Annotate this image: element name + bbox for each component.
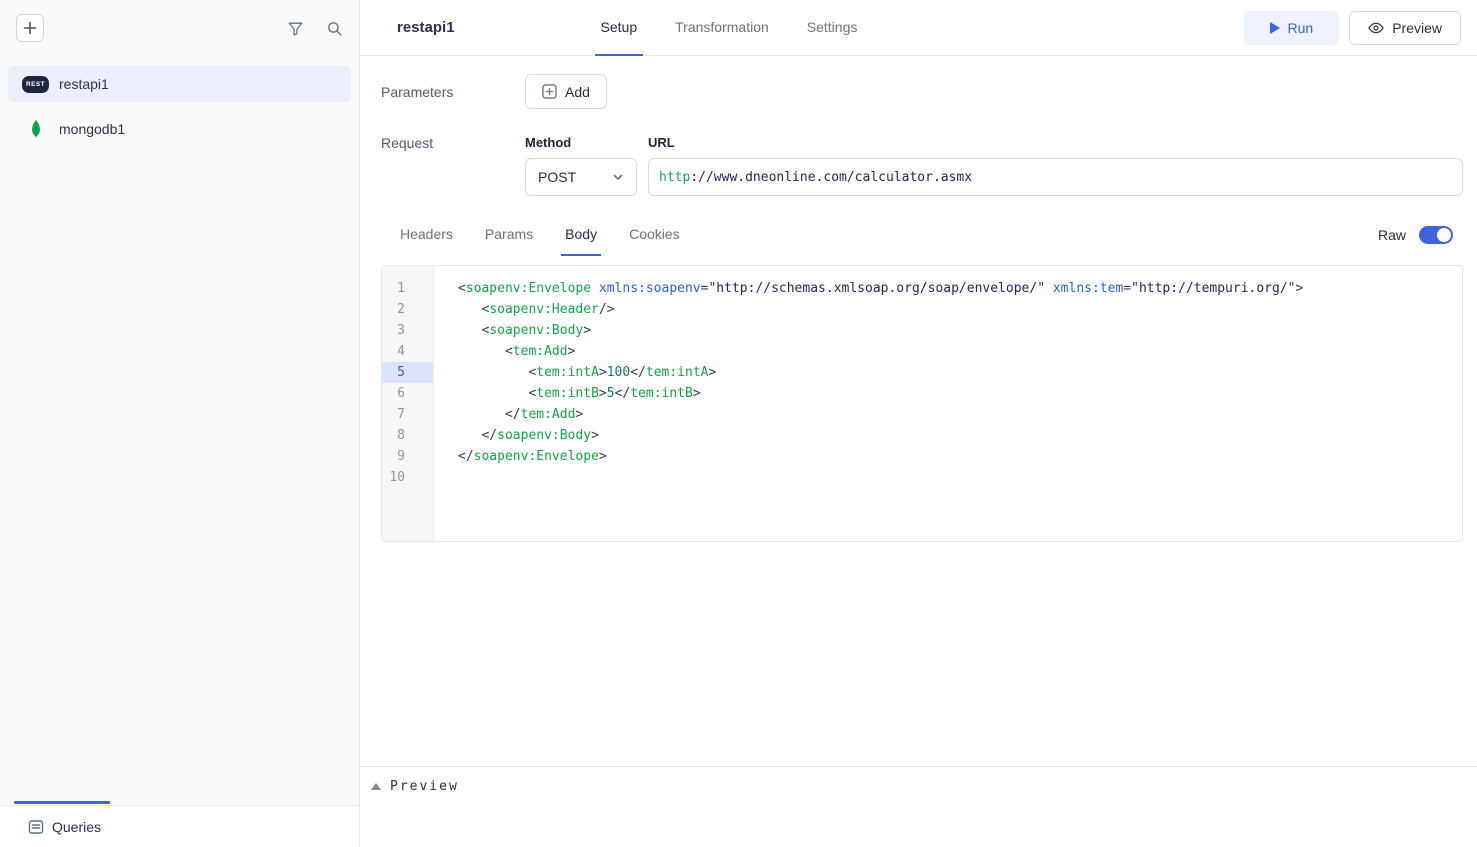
query-header: restapi1 Setup Transformation Settings R… <box>360 0 1477 56</box>
add-parameter-label: Add <box>565 84 590 100</box>
parameters-row: Parameters Add <box>381 74 1463 109</box>
code-line[interactable]: <tem:intA>100</tem:intA> <box>458 362 1462 383</box>
query-title: restapi1 <box>397 19 455 36</box>
app: REST restapi1 mongodb1 Queries restapi1 <box>0 0 1477 847</box>
search-icon[interactable] <box>326 20 343 37</box>
tab-setup[interactable]: Setup <box>595 0 644 56</box>
queries-tab-label: Queries <box>52 819 101 835</box>
preview-button[interactable]: Preview <box>1349 11 1461 45</box>
query-actions: Run Preview <box>1244 11 1461 45</box>
query-name: restapi1 <box>59 76 109 92</box>
sidebar-toolbar-icons <box>287 20 343 37</box>
tab-cookies[interactable]: Cookies <box>625 218 684 256</box>
request-row: Request Method POST URL http://www.dneon… <box>381 135 1463 196</box>
editor-gutter: 12345678910 <box>382 266 434 541</box>
code-editor[interactable]: 12345678910 <soapenv:Envelope xmlns:soap… <box>381 265 1463 542</box>
line-number: 8 <box>382 425 433 446</box>
parameters-label: Parameters <box>381 84 525 100</box>
caret-up-icon <box>371 783 381 790</box>
url-value-rest: ://www.dneonline.com/calculator.asmx <box>690 170 972 185</box>
main-panel: restapi1 Setup Transformation Settings R… <box>360 0 1477 847</box>
add-parameter-button[interactable]: Add <box>525 74 607 109</box>
raw-label: Raw <box>1378 227 1406 243</box>
method-column: Method POST <box>525 135 637 196</box>
line-number: 1 <box>382 278 433 299</box>
code-line[interactable]: <soapenv:Body> <box>458 320 1462 341</box>
chevron-down-icon <box>612 171 624 183</box>
code-line[interactable]: </tem:Add> <box>458 404 1462 425</box>
raw-toggle-group: Raw <box>1378 226 1463 256</box>
query-name: mongodb1 <box>59 121 125 137</box>
setup-content: Parameters Add Request Method POST URL <box>360 56 1477 542</box>
sidebar-bottom-bar: Queries <box>0 805 359 847</box>
url-input[interactable]: http://www.dneonline.com/calculator.asmx <box>648 158 1463 196</box>
line-number: 5 <box>382 362 433 383</box>
line-number: 7 <box>382 404 433 425</box>
preview-panel-label: Preview <box>390 779 459 794</box>
line-number: 9 <box>382 446 433 467</box>
raw-toggle-knob <box>1437 228 1451 242</box>
eye-icon <box>1368 20 1384 36</box>
url-label: URL <box>648 135 1463 150</box>
code-line[interactable] <box>458 467 1462 488</box>
tab-body[interactable]: Body <box>561 218 601 256</box>
rest-api-icon: REST <box>22 76 49 93</box>
new-query-button[interactable] <box>16 14 44 42</box>
sidebar-item-mongodb1[interactable]: mongodb1 <box>8 111 351 147</box>
tab-headers[interactable]: Headers <box>396 218 457 256</box>
code-line[interactable]: <soapenv:Header/> <box>458 299 1462 320</box>
preview-button-label: Preview <box>1392 20 1442 36</box>
code-line[interactable]: <tem:intB>5</tem:intB> <box>458 383 1462 404</box>
plus-square-icon <box>542 84 557 99</box>
active-tab-indicator <box>14 801 110 804</box>
method-value: POST <box>538 169 576 185</box>
method-select[interactable]: POST <box>525 158 637 196</box>
query-header-tabs: Setup Transformation Settings <box>595 0 864 55</box>
line-number: 3 <box>382 320 433 341</box>
request-body-tabs: Headers Params Body Cookies <box>396 218 684 256</box>
code-line[interactable]: </soapenv:Envelope> <box>458 446 1462 467</box>
line-number: 4 <box>382 341 433 362</box>
code-line[interactable]: </soapenv:Body> <box>458 425 1462 446</box>
url-value-scheme: http <box>659 170 690 185</box>
tab-transformation[interactable]: Transformation <box>669 0 775 56</box>
play-icon <box>1270 22 1280 34</box>
query-list: REST restapi1 mongodb1 <box>0 56 359 147</box>
queries-tab[interactable]: Queries <box>28 819 101 835</box>
line-number: 2 <box>382 299 433 320</box>
request-label: Request <box>381 135 525 151</box>
sidebar-toolbar <box>0 0 359 56</box>
run-button[interactable]: Run <box>1244 11 1340 45</box>
raw-toggle[interactable] <box>1419 226 1453 244</box>
code-line[interactable]: <soapenv:Envelope xmlns:soapenv="http://… <box>458 278 1462 299</box>
tab-settings[interactable]: Settings <box>801 0 864 56</box>
request-body-tabs-row: Headers Params Body Cookies Raw <box>381 218 1463 256</box>
run-button-label: Run <box>1288 20 1314 36</box>
mongodb-icon <box>22 120 49 138</box>
filter-icon[interactable] <box>287 20 304 37</box>
plus-icon <box>23 21 37 35</box>
line-number: 6 <box>382 383 433 404</box>
method-label: Method <box>525 135 637 150</box>
line-number: 10 <box>382 467 433 488</box>
tab-params[interactable]: Params <box>481 218 537 256</box>
url-column: URL http://www.dneonline.com/calculator.… <box>648 135 1463 196</box>
editor-code[interactable]: <soapenv:Envelope xmlns:soapenv="http://… <box>434 266 1462 541</box>
preview-panel-header[interactable]: Preview <box>360 766 1477 806</box>
sidebar-item-restapi1[interactable]: REST restapi1 <box>8 66 351 102</box>
sidebar: REST restapi1 mongodb1 Queries <box>0 0 360 847</box>
queries-icon <box>28 819 44 835</box>
code-line[interactable]: <tem:Add> <box>458 341 1462 362</box>
rest-api-icon-text: REST <box>22 76 49 93</box>
